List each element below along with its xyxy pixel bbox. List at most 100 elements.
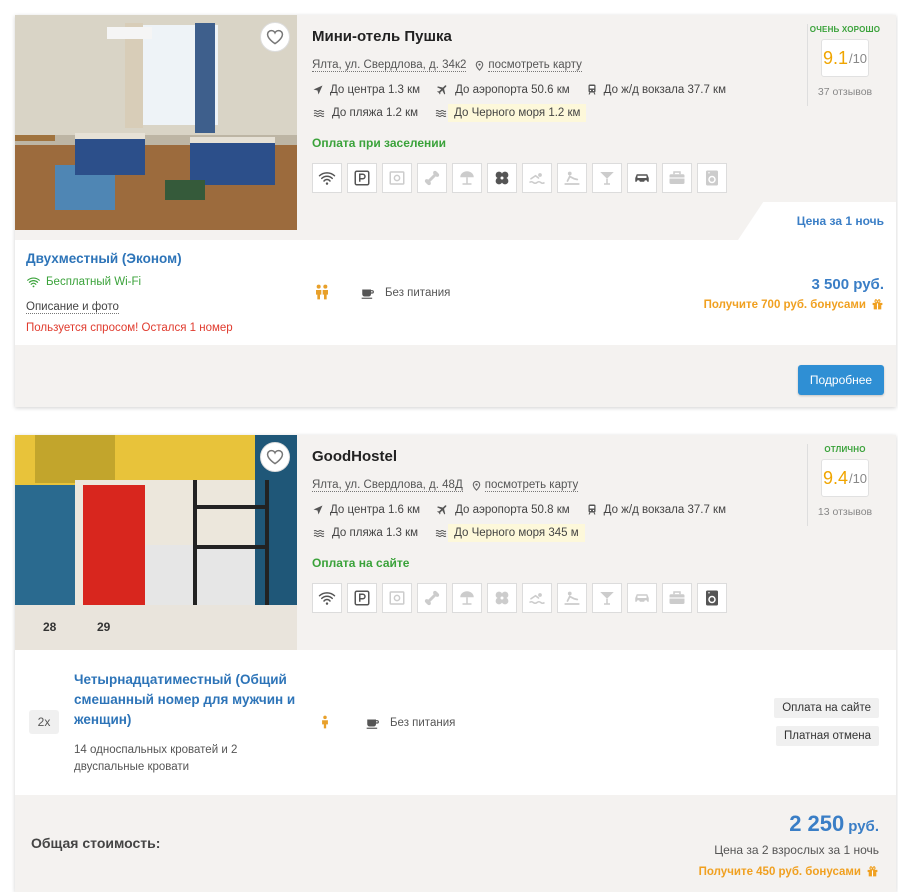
room-title[interactable]: Четырнадцатиместный (Общий смешанный ном… [74,670,304,730]
wifi-feature: Бесплатный Wi-Fi [26,275,141,289]
distance-beach: До пляжа 1.3 км [332,527,419,539]
amenity-safe[interactable] [382,583,412,613]
amenity-parking[interactable] [347,163,377,193]
safe-icon [388,169,406,187]
rating-label: ОЧЕНЬ ХОРОШО [809,25,881,34]
amenity-luggage[interactable] [662,163,692,193]
amenity-sauna[interactable] [557,583,587,613]
distance-center: До центра 1.3 км [330,83,421,96]
amenity-spa[interactable] [487,163,517,193]
waves-icon [434,107,448,119]
hotel-card: Мини-отель Пушка Ялта, ул. Свердлова, д.… [15,15,896,407]
distance-station: До ж/д вокзала 37.7 км [603,503,726,516]
heart-icon [265,27,285,47]
favorite-button[interactable] [260,22,290,52]
waves-icon [434,527,448,539]
room-offer: Двухместный (Эконом) Бесплатный Wi-Fi Оп… [15,240,896,345]
amenity-sauna[interactable] [557,163,587,193]
airplane-icon [436,503,449,516]
distance-row: До центра 1.6 км До аэропорта 50.8 км До… [312,503,742,516]
rating-value: 9.4 [822,467,848,488]
reviews-count[interactable]: 37 отзывов [805,86,885,98]
distance-beach: До пляжа 1.2 км [332,107,419,119]
amenity-laundry[interactable] [697,163,727,193]
rating-score: 9.1/10 [821,39,869,77]
bonus-offer: Получите 450 руб. бонусами [699,865,879,878]
heart-icon [265,447,285,467]
amenity-laundry[interactable] [697,583,727,613]
amenity-beach[interactable] [452,163,482,193]
total-price: 2 250 руб. [789,811,879,837]
parking-icon [353,589,371,607]
address-line: Ялта, ул. Свердлова, д. 34к2 посмотреть … [312,59,582,72]
safe-icon [388,589,406,607]
hotel-photo[interactable]: 28 29 [15,435,297,650]
details-button[interactable]: Подробнее [798,365,884,395]
map-link[interactable]: посмотреть карту [484,479,579,492]
bonus-label: Получите 450 руб. бонусами [698,865,861,878]
waves-icon [312,527,326,539]
amenity-wifi[interactable] [312,163,342,193]
beach-umbrella-icon [458,169,476,187]
tag-cancellation: Платная отмена [775,726,879,746]
bar-icon [598,169,616,187]
gift-icon [866,865,879,878]
sauna-icon [563,169,581,187]
distance-row: До пляжа 1.3 км До Черного моря 345 м [312,524,601,542]
bone-pet-icon [423,589,441,607]
hotel-address[interactable]: Ялта, ул. Свердлова, д. 34к2 [312,59,467,72]
map-link[interactable]: посмотреть карту [488,59,582,72]
amenity-pool[interactable] [522,163,552,193]
rating-label: ОТЛИЧНО [824,445,866,454]
amenity-transfer[interactable] [627,583,657,613]
reviews-count[interactable]: 13 отзывов [805,506,885,518]
amenity-bar[interactable] [592,583,622,613]
description-photos-link[interactable]: Описание и фото [26,301,119,314]
hotel-address[interactable]: Ялта, ул. Свердлова, д. 48Д [312,479,463,492]
spa-icon [493,169,511,187]
map-pin-icon [474,59,485,72]
waves-icon [312,107,326,119]
price-per-night-tab: Цена за 1 ночь [738,202,896,240]
tag-payment: Оплата на сайте [774,698,879,718]
hotel-name[interactable]: GoodHostel [312,448,397,465]
rating-max: /10 [848,470,868,486]
amenity-pool[interactable] [522,583,552,613]
total-label: Общая стоимость: [31,835,161,851]
coffee-cup-icon [360,286,375,300]
room-quantity: 2x [29,710,59,734]
distance-row: До пляжа 1.2 км До Черного моря 1.2 км [312,104,602,122]
payment-type: Оплата при заселении [312,136,447,150]
bonus-label: Получите 700 руб. бонусами [703,298,866,311]
amenity-pets[interactable] [417,163,447,193]
wifi-icon [318,589,336,607]
train-icon [586,83,598,96]
amenity-pets[interactable] [417,583,447,613]
svg-text:29: 29 [97,620,111,634]
distance-airport: До аэропорта 50.8 км [455,503,570,516]
coffee-cup-icon [365,716,380,730]
amenity-safe[interactable] [382,163,412,193]
amenity-transfer[interactable] [627,163,657,193]
car-icon [633,589,651,607]
amenities [312,163,727,193]
amenity-bar[interactable] [592,163,622,193]
favorite-button[interactable] [260,442,290,472]
wifi-label: Бесплатный Wi-Fi [46,276,142,288]
luggage-icon [668,589,686,607]
amenity-parking[interactable] [347,583,377,613]
sauna-icon [563,589,581,607]
amenity-luggage[interactable] [662,583,692,613]
room-offer: 2x Четырнадцатиместный (Общий смешанный … [15,650,896,795]
hotel-card: 28 29 GoodHostel Ялта, ул. Свердлова, д.… [15,435,896,892]
amenity-spa[interactable] [487,583,517,613]
meal-plan: Без питания [360,286,450,300]
amenity-wifi[interactable] [312,583,342,613]
hotel-photo[interactable] [15,15,297,230]
amenity-beach[interactable] [452,583,482,613]
pool-icon [528,589,546,607]
total-currency: руб. [848,818,879,835]
hotel-name[interactable]: Мини-отель Пушка [312,28,452,45]
parking-icon [353,169,371,187]
room-title[interactable]: Двухместный (Эконом) [26,251,182,266]
